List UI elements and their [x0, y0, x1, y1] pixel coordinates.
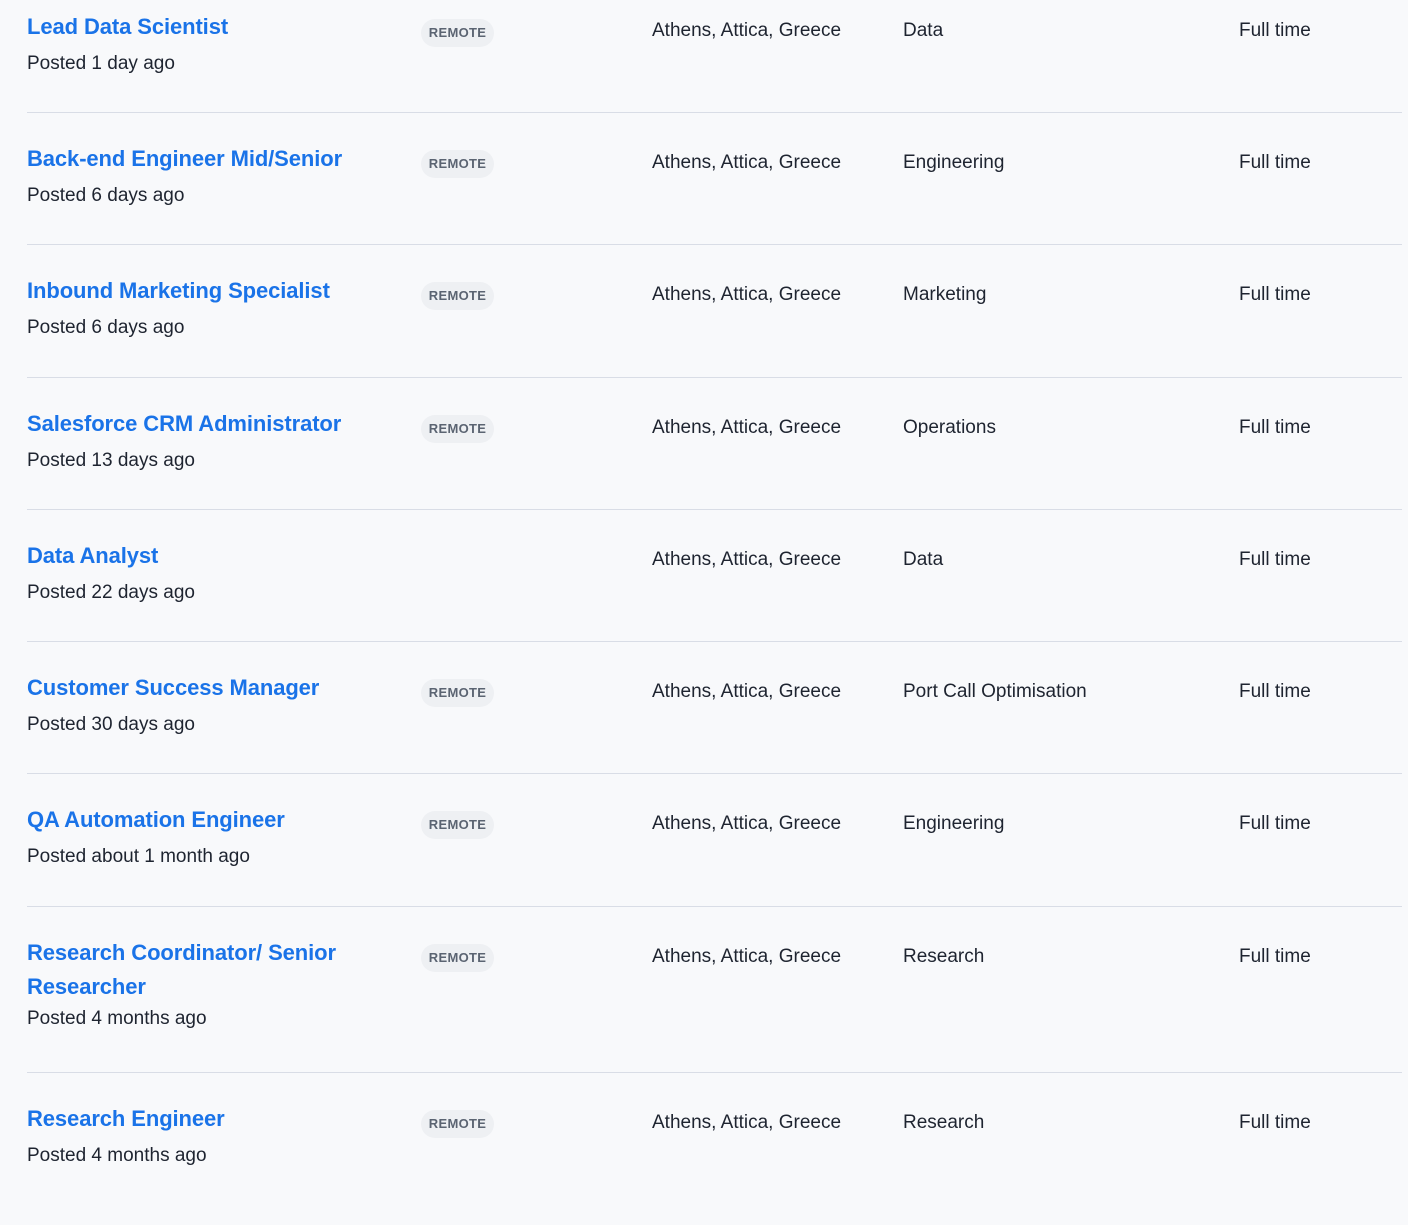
job-type: Full time: [1239, 946, 1311, 967]
job-location: Athens, Attica, Greece: [652, 1112, 842, 1133]
job-department: Operations: [903, 417, 996, 438]
job-location: Athens, Attica, Greece: [652, 681, 842, 702]
job-type: Full time: [1239, 20, 1311, 41]
job-department: Engineering: [903, 152, 1005, 173]
posted-date: Posted 1 day ago: [27, 53, 175, 74]
job-location: Athens, Attica, Greece: [652, 946, 842, 967]
job-row: Lead Data Scientist Posted 1 day ago REM…: [27, 0, 1402, 113]
job-row: QA Automation Engineer Posted about 1 mo…: [27, 774, 1402, 907]
job-title-link[interactable]: QA Automation Engineer: [27, 803, 367, 837]
job-type: Full time: [1239, 681, 1311, 702]
job-title-cell: Inbound Marketing Specialist Posted 6 da…: [27, 274, 367, 340]
job-title-cell: Lead Data Scientist Posted 1 day ago: [27, 10, 367, 76]
job-row: Research Coordinator/ Senior Researcher …: [27, 907, 1402, 1073]
remote-badge: REMOTE: [421, 811, 494, 839]
job-title-cell: Research Engineer Posted 4 months ago: [27, 1102, 367, 1168]
job-title-link[interactable]: Data Analyst: [27, 539, 367, 573]
job-title-link[interactable]: Back-end Engineer Mid/Senior: [27, 142, 367, 176]
job-type: Full time: [1239, 813, 1311, 834]
remote-badge: REMOTE: [421, 282, 494, 310]
job-department: Research: [903, 1112, 985, 1133]
job-title-link[interactable]: Customer Success Manager: [27, 671, 367, 705]
job-department: Data: [903, 20, 944, 41]
job-location: Athens, Attica, Greece: [652, 549, 842, 570]
job-list: Lead Data Scientist Posted 1 day ago REM…: [0, 0, 1408, 1223]
posted-date: Posted 6 days ago: [27, 185, 185, 206]
job-title-cell: Customer Success Manager Posted 30 days …: [27, 671, 367, 737]
job-location: Athens, Attica, Greece: [652, 20, 842, 41]
remote-badge: REMOTE: [421, 679, 494, 707]
posted-date: Posted 4 months ago: [27, 1145, 207, 1166]
job-row: Research Engineer Posted 4 months ago RE…: [27, 1073, 1402, 1223]
posted-date: Posted 30 days ago: [27, 714, 195, 735]
job-title-link[interactable]: Research Engineer: [27, 1102, 367, 1136]
job-department: Marketing: [903, 284, 987, 305]
job-department: Data: [903, 549, 944, 570]
job-title-cell: Back-end Engineer Mid/Senior Posted 6 da…: [27, 142, 367, 208]
job-title-cell: Research Coordinator/ Senior Researcher …: [27, 936, 347, 1031]
job-title-cell: Salesforce CRM Administrator Posted 13 d…: [27, 407, 367, 473]
job-row: Data Analyst Posted 22 days ago Athens, …: [27, 510, 1402, 642]
job-location: Athens, Attica, Greece: [652, 284, 842, 305]
job-title-cell: Data Analyst Posted 22 days ago: [27, 539, 367, 605]
job-location: Athens, Attica, Greece: [652, 152, 842, 173]
job-title-link[interactable]: Inbound Marketing Specialist: [27, 274, 367, 308]
job-location: Athens, Attica, Greece: [652, 417, 842, 438]
posted-date: Posted about 1 month ago: [27, 846, 250, 867]
posted-date: Posted 4 months ago: [27, 1008, 207, 1029]
job-type: Full time: [1239, 417, 1311, 438]
job-title-link[interactable]: Research Coordinator/ Senior Researcher: [27, 936, 347, 1004]
job-department: Engineering: [903, 813, 1005, 834]
job-title-link[interactable]: Lead Data Scientist: [27, 10, 367, 44]
remote-badge: REMOTE: [421, 1110, 494, 1138]
remote-badge: REMOTE: [421, 415, 494, 443]
remote-badge: REMOTE: [421, 19, 494, 47]
job-row: Back-end Engineer Mid/Senior Posted 6 da…: [27, 113, 1402, 245]
job-department: Research: [903, 946, 985, 967]
job-row: Inbound Marketing Specialist Posted 6 da…: [27, 245, 1402, 378]
job-row: Customer Success Manager Posted 30 days …: [27, 642, 1402, 774]
posted-date: Posted 13 days ago: [27, 450, 195, 471]
remote-badge: REMOTE: [421, 150, 494, 178]
job-department: Port Call Optimisation: [903, 681, 1087, 702]
job-type: Full time: [1239, 152, 1311, 173]
job-row: Salesforce CRM Administrator Posted 13 d…: [27, 378, 1402, 510]
job-type: Full time: [1239, 549, 1311, 570]
job-type: Full time: [1239, 284, 1311, 305]
remote-badge: REMOTE: [421, 944, 494, 972]
job-location: Athens, Attica, Greece: [652, 813, 842, 834]
job-title-cell: QA Automation Engineer Posted about 1 mo…: [27, 803, 367, 869]
job-type: Full time: [1239, 1112, 1311, 1133]
posted-date: Posted 6 days ago: [27, 317, 185, 338]
job-title-link[interactable]: Salesforce CRM Administrator: [27, 407, 367, 441]
posted-date: Posted 22 days ago: [27, 582, 195, 603]
